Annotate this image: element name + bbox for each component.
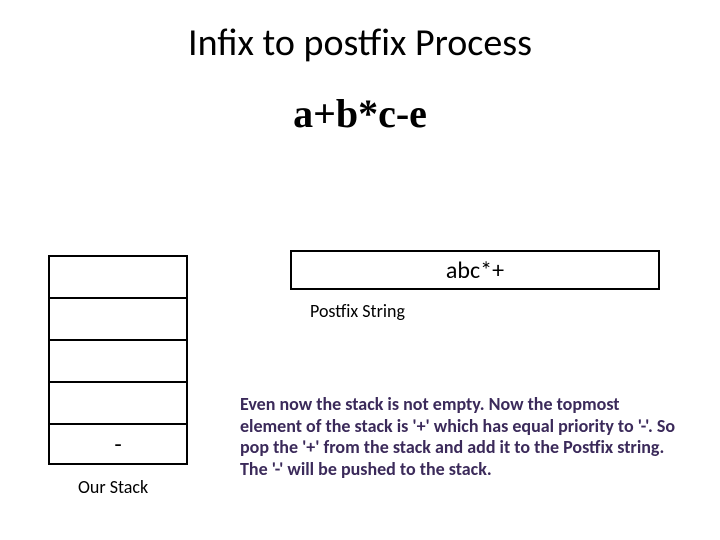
- stack-cell: -: [48, 423, 188, 465]
- stack-cell: [48, 255, 188, 297]
- postfix-output-text: abc*+: [446, 256, 504, 285]
- stack-cell: [48, 297, 188, 339]
- stack-cell: [48, 339, 188, 381]
- infix-expression: a+b*c-e: [0, 90, 720, 137]
- slide-title: Infix to postfix Process: [0, 20, 720, 66]
- stack-visual: -: [48, 255, 188, 465]
- postfix-label: Postfix String: [310, 300, 405, 322]
- postfix-output-box: abc*+: [290, 250, 660, 290]
- stack-label: Our Stack: [78, 476, 148, 498]
- stack-cell: [48, 381, 188, 423]
- explanation-text: Even now the stack is not empty. Now the…: [240, 394, 680, 480]
